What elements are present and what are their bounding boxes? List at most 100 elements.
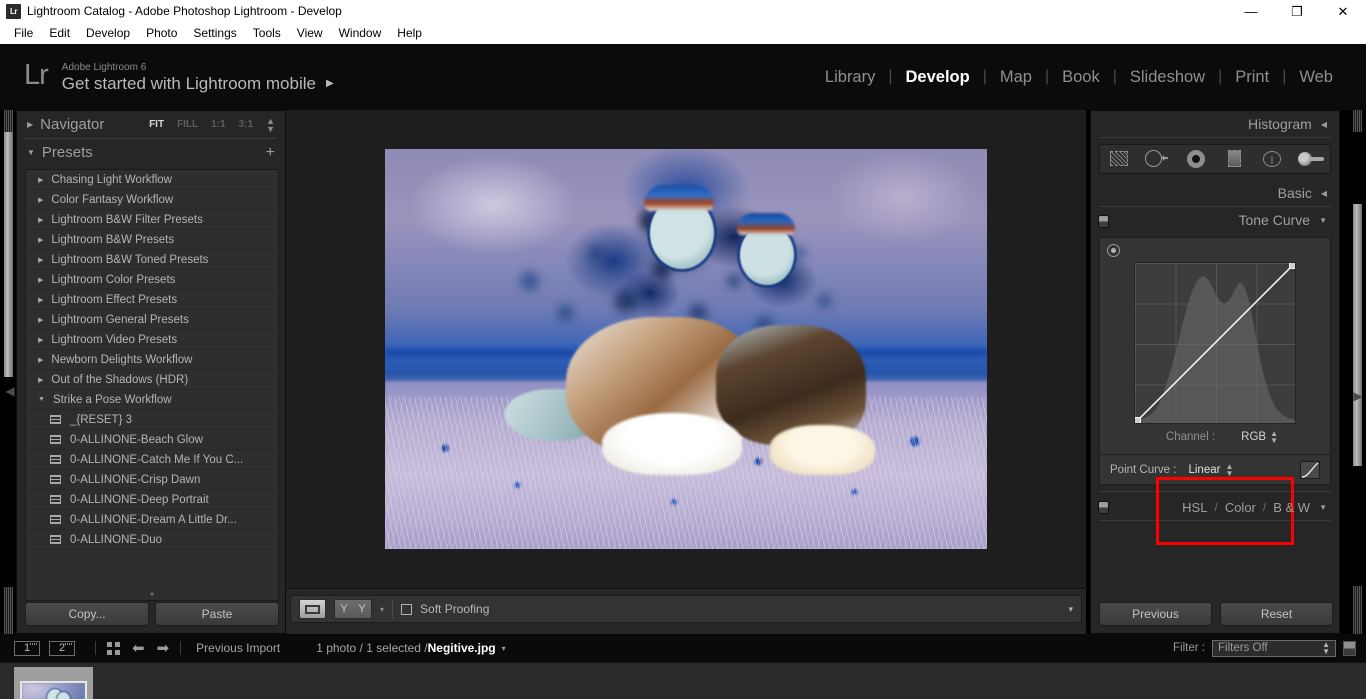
preset-group-expand-icon[interactable]: ▶ bbox=[38, 236, 43, 244]
photo-stage[interactable] bbox=[286, 110, 1086, 588]
preset-group-expand-icon[interactable]: ▶ bbox=[38, 176, 43, 184]
preset-group-row[interactable]: ▶ Out of the Shadows (HDR) bbox=[26, 370, 278, 390]
preset-group-expand-icon[interactable]: ▶ bbox=[38, 336, 43, 344]
module-library[interactable]: Library bbox=[812, 68, 888, 87]
preset-group-expand-icon[interactable]: ▶ bbox=[38, 216, 43, 224]
menu-item-file[interactable]: File bbox=[6, 24, 41, 42]
rp-scroll-thumb[interactable] bbox=[1353, 204, 1362, 466]
basic-triangle-icon[interactable]: ◀ bbox=[1321, 189, 1327, 198]
filter-stepper-icon[interactable]: ▲ ▼ bbox=[1322, 641, 1330, 656]
module-develop[interactable]: Develop bbox=[893, 68, 983, 87]
module-print[interactable]: Print bbox=[1222, 68, 1282, 87]
identity-tagline-row[interactable]: Get started with Lightroom mobile ▶ bbox=[62, 74, 334, 94]
right-panel-scrollbar[interactable] bbox=[1353, 110, 1362, 634]
menu-item-edit[interactable]: Edit bbox=[41, 24, 78, 42]
preset-group-row[interactable]: ▶ Lightroom General Presets bbox=[26, 310, 278, 330]
hsl-enable-switch[interactable] bbox=[1098, 501, 1109, 514]
preset-group-row[interactable]: ▶ Lightroom Effect Presets bbox=[26, 290, 278, 310]
add-preset-icon[interactable]: + bbox=[266, 144, 275, 160]
preset-group-row[interactable]: ▼ Strike a Pose Workflow bbox=[26, 390, 278, 410]
presets-scroll-down-icon[interactable]: ▾ bbox=[26, 590, 278, 599]
hsl-label[interactable]: HSL bbox=[1182, 500, 1207, 515]
bw-label[interactable]: B & W bbox=[1273, 500, 1310, 515]
zoom-level-fit[interactable]: FIT bbox=[149, 119, 164, 130]
crop-overlay-icon[interactable] bbox=[1106, 149, 1132, 169]
tone-curve-handle-white[interactable] bbox=[1289, 263, 1295, 269]
filmstrip-thumbnail-cell[interactable]: ⚑ bbox=[14, 667, 93, 699]
filmstrip-thumbnail-image[interactable] bbox=[20, 680, 87, 699]
tone-curve-handle-black[interactable] bbox=[1135, 417, 1141, 423]
zoom-level-fill[interactable]: FILL bbox=[177, 119, 198, 130]
soft-proofing-checkbox[interactable] bbox=[401, 603, 413, 615]
menu-item-view[interactable]: View bbox=[289, 24, 331, 42]
tone-curve-enable-switch[interactable] bbox=[1098, 215, 1109, 228]
module-web[interactable]: Web bbox=[1286, 68, 1346, 87]
spot-removal-icon[interactable] bbox=[1144, 149, 1170, 169]
target-adjustment-icon[interactable] bbox=[1107, 244, 1120, 257]
navigator-triangle-icon[interactable]: ▶ bbox=[27, 120, 33, 129]
preset-group-expand-icon[interactable]: ▶ bbox=[38, 196, 43, 204]
preset-item-row[interactable]: 0-ALLINONE-Duo bbox=[26, 530, 278, 550]
grid-view-icon[interactable] bbox=[107, 641, 120, 655]
module-map[interactable]: Map bbox=[987, 68, 1045, 87]
preset-group-row[interactable]: ▶ Color Fantasy Workflow bbox=[26, 190, 278, 210]
point-curve-dropdown[interactable]: Linear ▲ ▼ bbox=[1188, 462, 1233, 477]
preset-group-expand-icon[interactable]: ▶ bbox=[38, 256, 43, 264]
loupe-view-icon[interactable] bbox=[299, 599, 326, 619]
preset-group-row[interactable]: ▶ Lightroom Video Presets bbox=[26, 330, 278, 350]
hsl-color-bw-header[interactable]: HSL / Color / B & W ▼ bbox=[1091, 494, 1339, 520]
preset-item-row[interactable]: 0-ALLINONE-Dream A Little Dr... bbox=[26, 510, 278, 530]
zoom-level-1-1[interactable]: 1:1 bbox=[211, 119, 225, 130]
point-curve-editor-icon[interactable] bbox=[1300, 460, 1320, 479]
preset-group-row[interactable]: ▶ Chasing Light Workflow bbox=[26, 170, 278, 190]
page-2-button[interactable]: 2 bbox=[49, 640, 75, 656]
menu-item-window[interactable]: Window bbox=[331, 24, 390, 42]
compare-view-icon[interactable]: YY bbox=[334, 599, 372, 619]
previous-button[interactable]: Previous bbox=[1099, 602, 1212, 626]
menu-item-settings[interactable]: Settings bbox=[185, 24, 244, 42]
preset-group-expand-icon[interactable]: ▶ bbox=[38, 296, 43, 304]
tone-curve-header[interactable]: Tone Curve ▼ bbox=[1091, 207, 1339, 233]
preset-group-expand-icon[interactable]: ▶ bbox=[38, 316, 43, 324]
module-slideshow[interactable]: Slideshow bbox=[1117, 68, 1218, 87]
filter-select[interactable]: Filters Off ▲ ▼ bbox=[1212, 639, 1336, 657]
presets-triangle-icon[interactable]: ▼ bbox=[27, 148, 35, 157]
zoom-level-3-1[interactable]: 3:1 bbox=[239, 119, 253, 130]
toolbar-options-caret-icon[interactable]: ▾ bbox=[1068, 604, 1073, 615]
red-eye-icon[interactable] bbox=[1183, 149, 1209, 169]
preset-group-row[interactable]: ▶ Lightroom B&W Toned Presets bbox=[26, 250, 278, 270]
module-book[interactable]: Book bbox=[1049, 68, 1113, 87]
menu-item-develop[interactable]: Develop bbox=[78, 24, 138, 42]
minimize-icon[interactable]: — bbox=[1228, 0, 1274, 22]
presets-header[interactable]: ▼ Presets + bbox=[17, 139, 285, 166]
hsl-triangle-icon[interactable]: ▼ bbox=[1319, 503, 1327, 512]
menu-item-tools[interactable]: Tools bbox=[245, 24, 289, 42]
channel-dropdown[interactable]: RGB ▲ ▼ bbox=[1241, 430, 1278, 445]
preset-group-expand-icon[interactable]: ▶ bbox=[38, 356, 43, 364]
right-panel-collapse-arrow-icon[interactable]: ▶ bbox=[1352, 389, 1364, 403]
adjustment-brush-icon[interactable] bbox=[1297, 149, 1324, 169]
page-1-button[interactable]: 1 bbox=[14, 640, 40, 656]
left-panel-collapse-arrow-icon[interactable]: ◀ bbox=[4, 384, 16, 398]
tone-curve-triangle-icon[interactable]: ▼ bbox=[1319, 216, 1327, 225]
preset-group-expand-icon[interactable]: ▶ bbox=[38, 276, 43, 284]
basic-header[interactable]: Basic ◀ bbox=[1091, 180, 1339, 206]
reset-button[interactable]: Reset bbox=[1220, 602, 1333, 626]
forward-arrow-icon[interactable]: ➡ bbox=[157, 641, 170, 656]
copy-button[interactable]: Copy... bbox=[25, 602, 149, 626]
filter-enable-switch[interactable] bbox=[1343, 640, 1356, 656]
tone-curve-graph[interactable] bbox=[1134, 262, 1296, 424]
zoom-stepper-icon[interactable]: ▲ ▼ bbox=[266, 116, 275, 133]
histogram-triangle-icon[interactable]: ◀ bbox=[1321, 120, 1327, 129]
preset-group-row[interactable]: ▶ Lightroom B&W Presets bbox=[26, 230, 278, 250]
menu-item-help[interactable]: Help bbox=[389, 24, 430, 42]
maximize-icon[interactable]: ❐ bbox=[1274, 0, 1320, 22]
preset-group-row[interactable]: ▶ Newborn Delights Workflow bbox=[26, 350, 278, 370]
preset-item-row[interactable]: 0-ALLINONE-Catch Me If You C... bbox=[26, 450, 278, 470]
graduated-filter-icon[interactable] bbox=[1221, 149, 1247, 169]
preset-group-row[interactable]: ▶ Lightroom Color Presets bbox=[26, 270, 278, 290]
radial-filter-icon[interactable] bbox=[1259, 149, 1285, 169]
presets-list[interactable]: ▶ Chasing Light Workflow ▶ Color Fantasy Wo… bbox=[25, 169, 279, 601]
left-panel-scrollbar[interactable] bbox=[4, 110, 13, 634]
preset-group-collapse-icon[interactable]: ▼ bbox=[38, 396, 45, 403]
